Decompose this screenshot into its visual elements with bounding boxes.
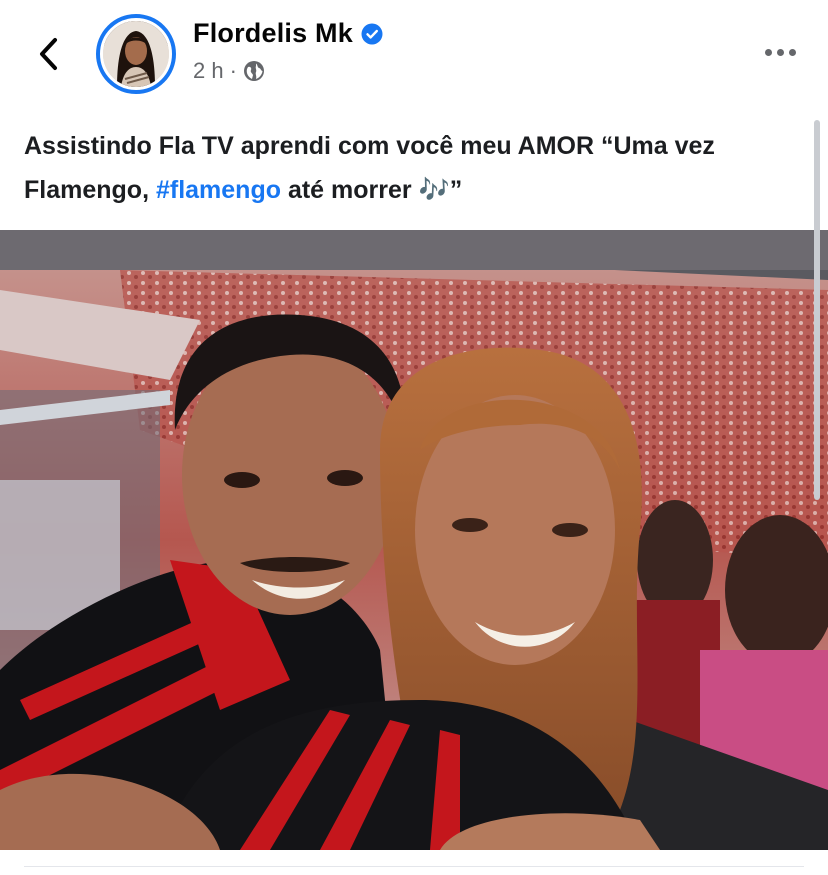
more-horizontal-icon xyxy=(764,48,772,56)
hashtag-link[interactable]: #flamengo xyxy=(156,176,281,204)
post-header: Flordelis Mk 2 h · xyxy=(0,0,828,110)
more-dot xyxy=(776,48,784,56)
globe-icon xyxy=(243,61,264,81)
more-options-button[interactable] xyxy=(760,36,800,68)
divider xyxy=(24,866,804,867)
author-name[interactable]: Flordelis Mk xyxy=(193,18,353,49)
post-text-after: até morrer 🎶” xyxy=(281,176,463,204)
avatar-image xyxy=(103,21,169,87)
author-avatar[interactable] xyxy=(96,14,176,94)
post-photo[interactable] xyxy=(0,230,828,850)
author-name-row: Flordelis Mk xyxy=(193,18,383,49)
more-dot xyxy=(788,48,796,56)
scrollbar[interactable] xyxy=(814,120,820,500)
meta-separator: · xyxy=(229,58,237,83)
post-text: Assistindo Fla TV aprendi com você meu A… xyxy=(24,124,804,212)
back-button[interactable] xyxy=(28,32,68,76)
post-time[interactable]: 2 h xyxy=(193,58,224,84)
verified-badge-icon xyxy=(361,23,383,44)
chevron-left-icon xyxy=(40,38,57,70)
post-meta: 2 h · xyxy=(193,58,265,84)
photo-illustration xyxy=(0,230,828,850)
